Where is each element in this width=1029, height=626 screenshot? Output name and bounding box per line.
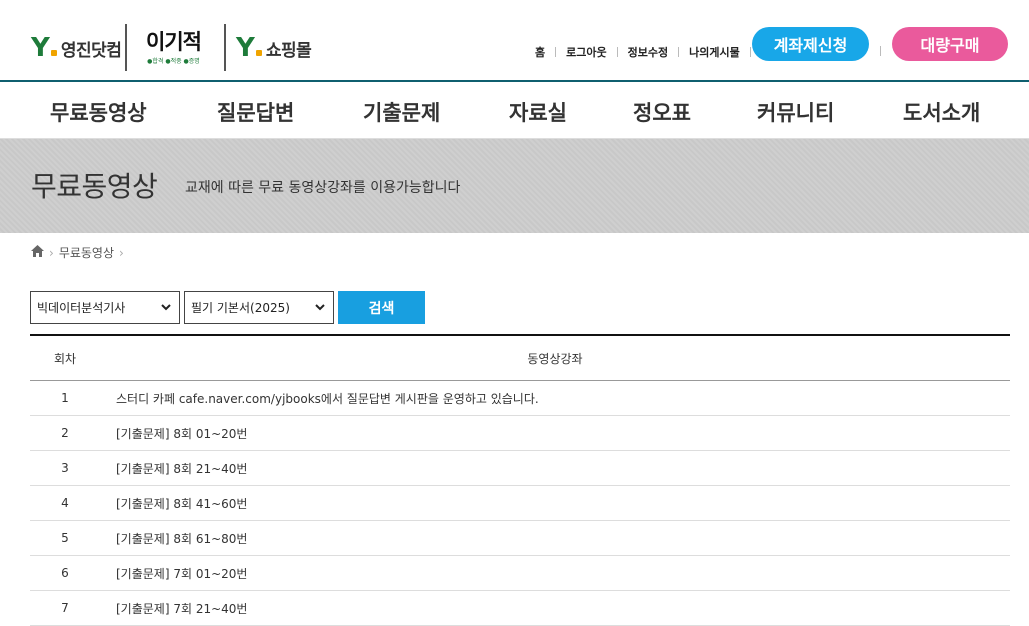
row-number: 4	[61, 496, 69, 510]
row-number: 3	[61, 461, 69, 475]
table-row[interactable]: 4 [기출문제] 8회 41~60번	[30, 486, 1010, 521]
row-title[interactable]: 스터디 카페 cafe.naver.com/yjbooks에서 질문답변 게시판…	[100, 390, 539, 407]
divider	[616, 47, 618, 57]
util-link-logout[interactable]: 로그아웃	[564, 44, 608, 60]
util-link-edit-info[interactable]: 정보수정	[626, 44, 670, 60]
search-button[interactable]: 검색	[338, 291, 425, 324]
divider	[749, 47, 751, 57]
util-link-my-posts[interactable]: 나의게시물	[687, 44, 742, 60]
row-title[interactable]: [기출문제] 8회 01~20번	[100, 425, 247, 442]
row-title[interactable]: [기출문제] 8회 41~60번	[100, 495, 247, 512]
row-number: 1	[61, 391, 69, 405]
nav-item-books[interactable]: 도서소개	[903, 97, 980, 127]
row-number: 7	[61, 601, 69, 615]
table-row[interactable]: 7 [기출문제] 7회 21~40번	[30, 591, 1010, 626]
page-banner: 무료동영상 교재에 따른 무료 동영상강좌를 이용가능합니다	[0, 139, 1029, 233]
chevron-down-icon	[315, 301, 325, 314]
nav-item-errata[interactable]: 정오표	[633, 97, 691, 127]
breadcrumb-current[interactable]: 무료동영상	[59, 244, 114, 261]
video-table: 회차 동영상강좌 1 스터디 카페 cafe.naver.com/yjbooks…	[30, 334, 1010, 626]
table-row[interactable]: 6 [기출문제] 7회 01~20번	[30, 556, 1010, 591]
category-select[interactable]: 빅데이터분석기사	[30, 291, 180, 324]
nav-item-free-videos[interactable]: 무료동영상	[50, 97, 147, 127]
book-select[interactable]: 필기 기본서(2025)	[184, 291, 334, 324]
y-logo-icon: Y	[236, 35, 262, 61]
account-apply-button[interactable]: 계좌제신청	[752, 27, 869, 61]
row-title[interactable]: [기출문제] 7회 01~20번	[100, 565, 247, 582]
row-number: 6	[61, 566, 69, 580]
nav-item-qna[interactable]: 질문답변	[217, 97, 294, 127]
nav-item-community[interactable]: 커뮤니티	[757, 97, 834, 127]
chevron-right-icon: ›	[119, 245, 124, 260]
y-logo-icon: Y	[31, 35, 57, 61]
page-description: 교재에 따른 무료 동영상강좌를 이용가능합니다	[185, 180, 461, 196]
book-select-value: 필기 기본서(2025)	[191, 301, 290, 315]
igijeok-logo-text: 이기적	[146, 29, 202, 54]
category-select-value: 빅데이터분석기사	[37, 301, 126, 315]
table-row[interactable]: 5 [기출문제] 8회 61~80번	[30, 521, 1010, 556]
divider	[678, 47, 680, 57]
igijeok-logo[interactable]: 이기적 ●합격 ●적중 ●증명	[146, 25, 202, 71]
yeongjin-logo-text: 영진닷컴	[60, 40, 122, 61]
utility-links: 홈 로그아웃 정보수정 나의게시물	[533, 44, 759, 60]
yeongjin-logo[interactable]: Y 영진닷컴	[31, 25, 122, 71]
header-round: 회차	[53, 351, 77, 366]
page-title: 무료동영상	[31, 170, 158, 203]
table-row[interactable]: 3 [기출문제] 8회 21~40번	[30, 451, 1010, 486]
header-lecture: 동영상강좌	[527, 351, 583, 366]
shoppingmall-logo[interactable]: Y 쇼핑몰	[236, 25, 312, 71]
divider	[555, 47, 557, 57]
top-header: Y 영진닷컴 이기적 ●합격 ●적중 ●증명 Y 쇼핑몰 홈 로그아웃 정보수정…	[0, 0, 1029, 82]
logo-divider	[125, 24, 127, 71]
chevron-right-icon: ›	[49, 245, 54, 260]
main-nav: 무료동영상 질문답변 기출문제 자료실 정오표 커뮤니티 도서소개	[0, 82, 1029, 139]
row-title[interactable]: [기출문제] 7회 21~40번	[100, 600, 247, 617]
home-icon[interactable]	[31, 245, 44, 260]
shoppingmall-logo-text: 쇼핑몰	[265, 40, 312, 61]
row-title[interactable]: [기출문제] 8회 21~40번	[100, 460, 247, 477]
igijeok-logo-tagline: ●합격 ●적중 ●증명	[147, 57, 200, 65]
util-link-home[interactable]: 홈	[533, 44, 547, 60]
chevron-down-icon	[161, 301, 171, 314]
bulk-purchase-button[interactable]: 대량구매	[892, 27, 1008, 61]
row-number: 2	[61, 426, 69, 440]
nav-item-past-exams[interactable]: 기출문제	[363, 97, 440, 127]
nav-item-resources[interactable]: 자료실	[509, 97, 567, 127]
breadcrumb: › 무료동영상 ›	[31, 244, 129, 261]
row-title[interactable]: [기출문제] 8회 61~80번	[100, 530, 247, 547]
table-row[interactable]: 2 [기출문제] 8회 01~20번	[30, 416, 1010, 451]
divider	[880, 46, 881, 56]
search-bar: 빅데이터분석기사 필기 기본서(2025) 검색	[30, 291, 425, 324]
table-header: 회차 동영상강좌	[30, 336, 1010, 381]
table-row[interactable]: 1 스터디 카페 cafe.naver.com/yjbooks에서 질문답변 게…	[30, 381, 1010, 416]
row-number: 5	[61, 531, 69, 545]
logo-divider	[224, 24, 226, 71]
